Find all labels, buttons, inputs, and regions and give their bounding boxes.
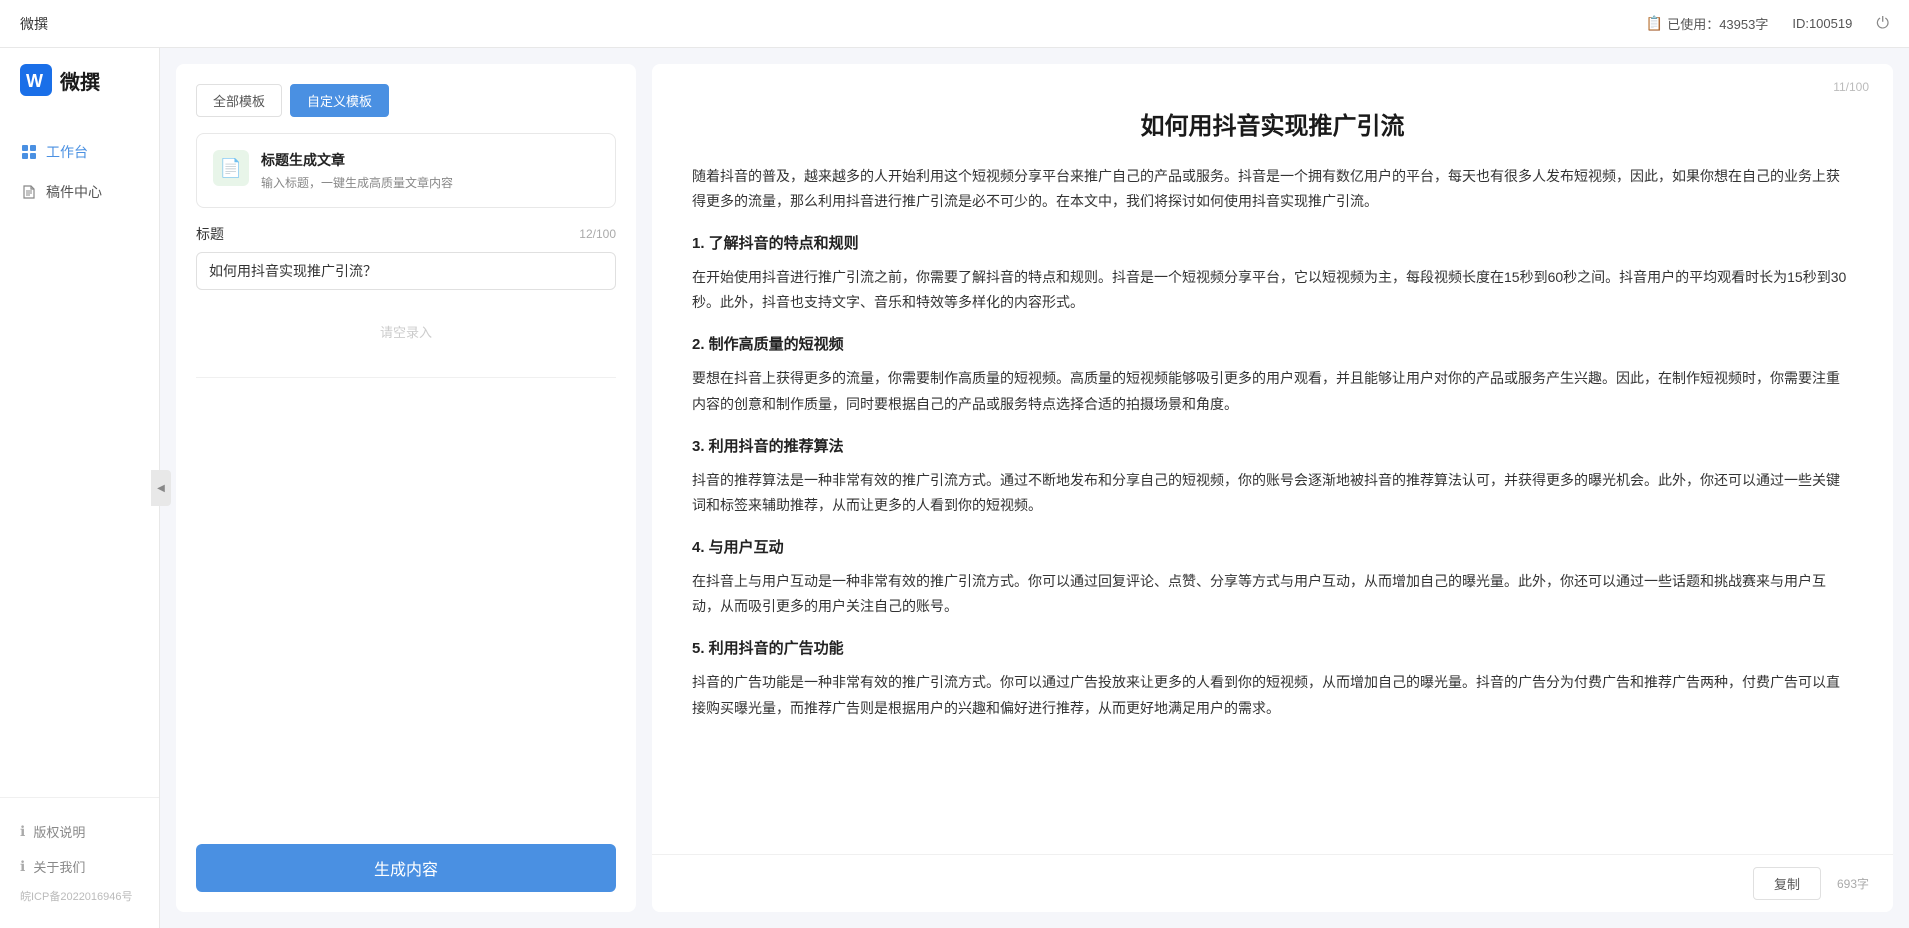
sidebar-item-workbench[interactable]: 工作台 <box>0 132 159 172</box>
left-panel: 全部模板 自定义模板 📄 标题生成文章 输入标题，一键生成高质量文章内容 标题 … <box>176 64 636 912</box>
icp-text: 皖ICP备2022016946号 <box>0 884 159 912</box>
template-card[interactable]: 📄 标题生成文章 输入标题，一键生成高质量文章内容 <box>196 133 616 208</box>
usage-info: 📋 已使用：43953字 <box>1646 14 1769 33</box>
svg-text:W: W <box>26 71 43 91</box>
copyright-label: 版权说明 <box>33 822 85 841</box>
sidebar: W 微撰 工作台 <box>0 48 160 928</box>
sidebar-collapse-button[interactable]: ◀ <box>151 470 171 506</box>
file-icon <box>20 183 38 201</box>
template-name: 标题生成文章 <box>261 150 453 170</box>
divider <box>196 377 616 378</box>
logo-icon: W <box>20 64 52 96</box>
sidebar-item-drafts[interactable]: 稿件中心 <box>0 172 159 212</box>
usage-text: 已使用：43953字 <box>1667 14 1768 33</box>
template-tabs: 全部模板 自定义模板 <box>196 84 616 117</box>
logo-area: W 微撰 <box>0 48 159 112</box>
article-section-heading: 5. 利用抖音的广告功能 <box>692 635 1853 662</box>
grid-icon <box>20 143 38 161</box>
right-panel: 11/100 如何用抖音实现推广引流 随着抖音的普及，越来越多的人开始利用这个短… <box>652 64 1893 912</box>
template-desc: 输入标题，一键生成高质量文章内容 <box>261 174 453 191</box>
sidebar-item-about[interactable]: ℹ 关于我们 <box>0 849 159 884</box>
extra-placeholder-hint: 请空录入 <box>196 306 616 357</box>
top-bar-title: 微撰 <box>20 14 48 34</box>
main-layout: W 微撰 工作台 <box>0 48 1909 928</box>
word-count: 693字 <box>1837 875 1869 892</box>
sidebar-label-drafts: 稿件中心 <box>46 182 102 202</box>
top-bar: 微撰 📋 已使用：43953字 ID:100519 ⏻ <box>0 0 1909 48</box>
sidebar-label-workbench: 工作台 <box>46 142 88 162</box>
field-section-title: 标题 12/100 <box>196 224 616 290</box>
document-icon: 📋 <box>1646 15 1663 32</box>
field-count: 12/100 <box>579 227 616 241</box>
content-area: 全部模板 自定义模板 📄 标题生成文章 输入标题，一键生成高质量文章内容 标题 … <box>160 48 1909 928</box>
info-circle-icon-copyright: ℹ <box>20 823 25 840</box>
document-emoji-icon: 📄 <box>220 158 242 179</box>
article-section-heading: 4. 与用户互动 <box>692 534 1853 561</box>
sidebar-nav: 工作台 稿件中心 <box>0 112 159 797</box>
generate-button[interactable]: 生成内容 <box>196 844 616 892</box>
logo-text: 微撰 <box>60 66 100 95</box>
article-paragraph: 在开始使用抖音进行推广引流之前，你需要了解抖音的特点和规则。抖音是一个短视频分享… <box>692 265 1853 315</box>
copy-button[interactable]: 复制 <box>1753 867 1821 900</box>
field-label-row: 标题 12/100 <box>196 224 616 244</box>
article-title: 如何用抖音实现推广引流 <box>652 94 1893 164</box>
article-paragraph: 要想在抖音上获得更多的流量，你需要制作高质量的短视频。高质量的短视频能够吸引更多… <box>692 366 1853 416</box>
template-card-icon: 📄 <box>213 150 249 186</box>
article-section-heading: 3. 利用抖音的推荐算法 <box>692 433 1853 460</box>
about-label: 关于我们 <box>33 857 85 876</box>
sidebar-footer: ℹ 版权说明 ℹ 关于我们 皖ICP备2022016946号 <box>0 797 159 928</box>
top-bar-right: 📋 已使用：43953字 ID:100519 ⏻ <box>1646 14 1889 33</box>
article-section-heading: 1. 了解抖音的特点和规则 <box>692 230 1853 257</box>
sidebar-item-copyright[interactable]: ℹ 版权说明 <box>0 814 159 849</box>
article-paragraph: 抖音的广告功能是一种非常有效的推广引流方式。你可以通过广告投放来让更多的人看到你… <box>692 670 1853 720</box>
article-content: 随着抖音的普及，越来越多的人开始利用这个短视频分享平台来推广自己的产品或服务。抖… <box>652 164 1893 912</box>
right-panel-header: 11/100 <box>652 64 1893 94</box>
template-info: 标题生成文章 输入标题，一键生成高质量文章内容 <box>261 150 453 191</box>
power-icon[interactable]: ⏻ <box>1876 15 1889 33</box>
field-label: 标题 <box>196 224 224 244</box>
article-paragraph: 抖音的推荐算法是一种非常有效的推广引流方式。通过不断地发布和分享自己的短视频，你… <box>692 468 1853 518</box>
article-paragraph: 随着抖音的普及，越来越多的人开始利用这个短视频分享平台来推广自己的产品或服务。抖… <box>692 164 1853 214</box>
right-panel-footer: 复制 693字 <box>652 854 1893 912</box>
id-info: ID:100519 <box>1792 16 1852 31</box>
tab-custom-templates[interactable]: 自定义模板 <box>290 84 389 117</box>
page-count: 11/100 <box>1833 80 1869 94</box>
article-paragraph: 在抖音上与用户互动是一种非常有效的推广引流方式。你可以通过回复评论、点赞、分享等… <box>692 569 1853 619</box>
info-circle-icon-about: ℹ <box>20 858 25 875</box>
article-section-heading: 2. 制作高质量的短视频 <box>692 331 1853 358</box>
title-input[interactable] <box>196 252 616 290</box>
tab-all-templates[interactable]: 全部模板 <box>196 84 282 117</box>
